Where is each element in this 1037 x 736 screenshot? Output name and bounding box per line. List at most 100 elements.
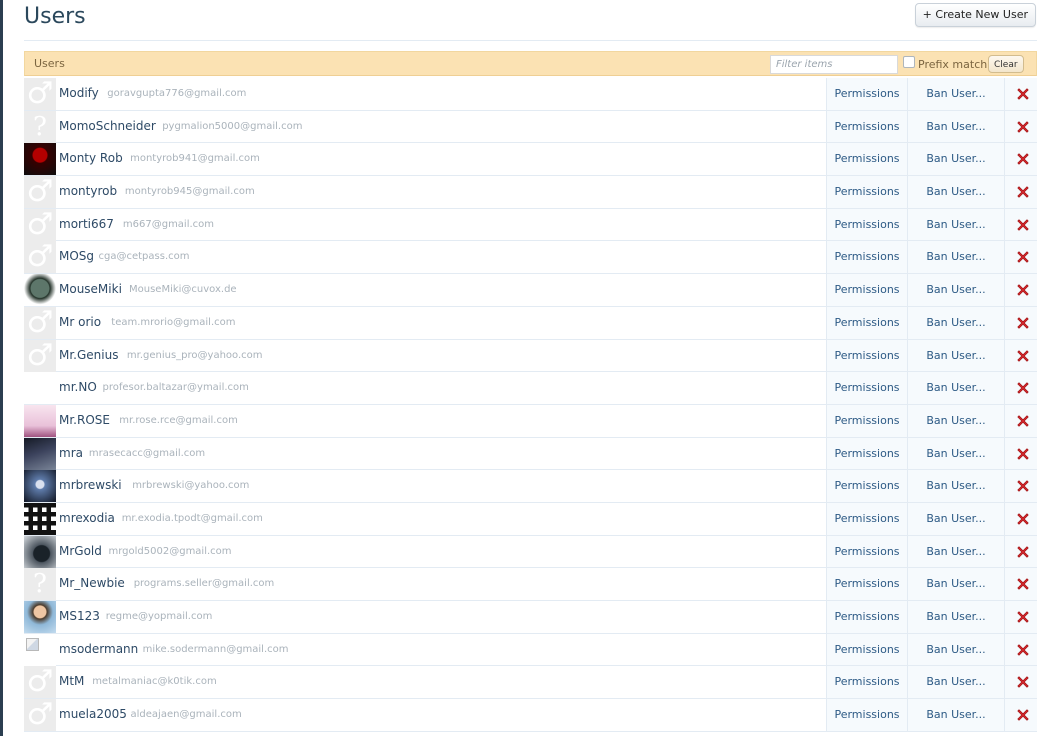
ban-user-button[interactable]: Ban User... — [907, 666, 1004, 699]
avatar[interactable] — [24, 339, 56, 372]
ban-user-button[interactable]: Ban User... — [907, 241, 1004, 274]
avatar[interactable] — [24, 666, 56, 699]
avatar[interactable] — [24, 208, 56, 241]
avatar[interactable] — [24, 404, 56, 437]
delete-user-button[interactable] — [1004, 470, 1037, 502]
delete-user-button[interactable] — [1004, 176, 1037, 208]
ban-user-button[interactable]: Ban User... — [907, 535, 1004, 568]
delete-user-button[interactable] — [1004, 404, 1037, 437]
avatar[interactable] — [24, 601, 56, 633]
permissions-button[interactable]: Permissions — [826, 666, 907, 699]
prefix-match-checkbox[interactable] — [903, 56, 915, 68]
username-link[interactable]: MS123 — [59, 609, 100, 623]
delete-user-button[interactable] — [1004, 372, 1037, 404]
delete-user-button[interactable] — [1004, 78, 1037, 110]
delete-user-button[interactable] — [1004, 241, 1037, 274]
username-link[interactable]: MouseMiki — [59, 282, 122, 296]
avatar[interactable] — [24, 274, 56, 307]
avatar[interactable] — [24, 78, 56, 110]
ban-user-button[interactable]: Ban User... — [907, 208, 1004, 241]
avatar[interactable] — [24, 306, 56, 339]
delete-user-button[interactable] — [1004, 633, 1037, 666]
delete-user-button[interactable] — [1004, 274, 1037, 306]
avatar[interactable] — [24, 437, 56, 470]
delete-user-button[interactable] — [1004, 601, 1037, 633]
avatar[interactable] — [24, 143, 56, 176]
permissions-button[interactable]: Permissions — [826, 502, 907, 535]
permissions-button[interactable]: Permissions — [826, 208, 907, 241]
delete-user-button[interactable] — [1004, 306, 1037, 339]
delete-user-button[interactable] — [1004, 208, 1037, 241]
delete-user-button[interactable] — [1004, 666, 1037, 699]
permissions-button[interactable]: Permissions — [826, 339, 907, 372]
username-link[interactable]: morti667 — [59, 217, 114, 231]
ban-user-button[interactable]: Ban User... — [907, 437, 1004, 470]
delete-user-button[interactable] — [1004, 568, 1037, 600]
username-link[interactable]: MtM — [59, 674, 84, 688]
permissions-button[interactable]: Permissions — [826, 404, 907, 437]
avatar[interactable] — [24, 502, 56, 535]
permissions-button[interactable]: Permissions — [826, 633, 907, 666]
delete-user-button[interactable] — [1004, 339, 1037, 372]
permissions-button[interactable]: Permissions — [826, 568, 907, 600]
username-link[interactable]: Mr.ROSE — [59, 413, 110, 427]
filter-items-input[interactable] — [770, 55, 898, 74]
ban-user-button[interactable]: Ban User... — [907, 110, 1004, 143]
username-link[interactable]: MrGold — [59, 544, 102, 558]
clear-filter-button[interactable]: Clear — [988, 55, 1024, 73]
ban-user-button[interactable]: Ban User... — [907, 502, 1004, 535]
ban-user-button[interactable]: Ban User... — [907, 176, 1004, 208]
ban-user-button[interactable]: Ban User... — [907, 274, 1004, 306]
avatar[interactable] — [24, 176, 56, 209]
avatar[interactable] — [24, 110, 56, 143]
ban-user-button[interactable]: Ban User... — [907, 306, 1004, 339]
username-link[interactable]: montyrob — [59, 184, 117, 198]
permissions-button[interactable]: Permissions — [826, 601, 907, 633]
username-link[interactable]: mra — [59, 446, 83, 460]
username-link[interactable]: mrexodia — [59, 511, 115, 525]
delete-user-button[interactable] — [1004, 535, 1037, 568]
username-link[interactable]: muela2005 — [59, 707, 127, 721]
permissions-button[interactable]: Permissions — [826, 306, 907, 339]
permissions-button[interactable]: Permissions — [826, 176, 907, 208]
permissions-button[interactable]: Permissions — [826, 535, 907, 568]
username-link[interactable]: mr.NO — [59, 380, 97, 394]
avatar[interactable] — [24, 372, 56, 405]
ban-user-button[interactable]: Ban User... — [907, 78, 1004, 110]
avatar[interactable] — [24, 699, 56, 732]
permissions-button[interactable]: Permissions — [826, 470, 907, 502]
username-link[interactable]: mrbrewski — [59, 478, 122, 492]
delete-user-button[interactable] — [1004, 699, 1037, 731]
permissions-button[interactable]: Permissions — [826, 78, 907, 110]
username-link[interactable]: Monty Rob — [59, 151, 123, 165]
delete-user-button[interactable] — [1004, 437, 1037, 470]
create-new-user-button[interactable]: + Create New User — [914, 3, 1036, 27]
ban-user-button[interactable]: Ban User... — [907, 143, 1004, 176]
ban-user-button[interactable]: Ban User... — [907, 372, 1004, 404]
permissions-button[interactable]: Permissions — [826, 372, 907, 404]
permissions-button[interactable]: Permissions — [826, 241, 907, 274]
ban-user-button[interactable]: Ban User... — [907, 633, 1004, 666]
delete-user-button[interactable] — [1004, 143, 1037, 176]
ban-user-button[interactable]: Ban User... — [907, 470, 1004, 502]
avatar[interactable] — [24, 568, 56, 601]
delete-user-button[interactable] — [1004, 502, 1037, 535]
ban-user-button[interactable]: Ban User... — [907, 699, 1004, 731]
username-link[interactable]: MomoSchneider — [59, 119, 156, 133]
avatar[interactable] — [24, 535, 56, 568]
avatar[interactable] — [24, 633, 56, 666]
username-link[interactable]: MOSg — [59, 249, 94, 263]
ban-user-button[interactable]: Ban User... — [907, 404, 1004, 437]
avatar[interactable] — [24, 241, 56, 274]
permissions-button[interactable]: Permissions — [826, 143, 907, 176]
permissions-button[interactable]: Permissions — [826, 699, 907, 731]
ban-user-button[interactable]: Ban User... — [907, 568, 1004, 600]
permissions-button[interactable]: Permissions — [826, 274, 907, 306]
permissions-button[interactable]: Permissions — [826, 437, 907, 470]
username-link[interactable]: msodermann — [59, 642, 138, 656]
username-link[interactable]: Mr_Newbie — [59, 576, 125, 590]
permissions-button[interactable]: Permissions — [826, 110, 907, 143]
username-link[interactable]: Mr.Genius — [59, 348, 118, 362]
delete-user-button[interactable] — [1004, 110, 1037, 143]
avatar[interactable] — [24, 470, 56, 503]
